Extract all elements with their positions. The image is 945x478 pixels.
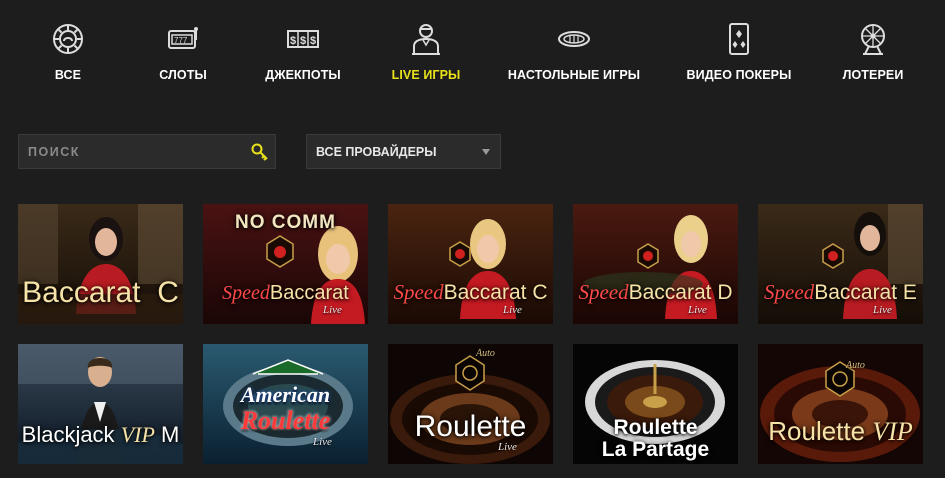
nav-label-live-games: LIVE ИГРЫ <box>391 68 461 82</box>
nav-label-slots: СЛОТЫ <box>159 68 207 82</box>
search-icon <box>251 143 268 161</box>
chevron-down-icon <box>482 148 490 155</box>
game-title: Baccarat C <box>22 276 179 309</box>
game-title-line1: Roulette <box>613 416 698 439</box>
nav-label-table-games: НАСТОЛЬНЫЕ ИГРЫ <box>507 68 641 82</box>
nav-label-jackpots: ДЖЕКПОТЫ <box>265 68 341 82</box>
dealer-image <box>758 204 923 324</box>
game-title: Roulette VIP <box>768 416 913 446</box>
game-title-line1: American <box>240 382 331 407</box>
video-poker-icon <box>722 22 756 56</box>
nav-item-video-poker[interactable]: ВИДЕО ПОКЕРЫ <box>687 22 791 82</box>
game-live-label: Live <box>873 304 892 316</box>
game-top-label: NO COMM <box>235 212 336 233</box>
search-box <box>18 134 276 169</box>
svg-text:$: $ <box>310 35 316 47</box>
nav-item-all[interactable]: ВСЕ <box>50 22 86 82</box>
roulette-image <box>388 344 553 464</box>
nav-label-lottery: ЛОТЕРЕИ <box>842 68 904 82</box>
provider-select[interactable]: ВСЕ ПРОВАЙДЕРЫ <box>306 134 501 169</box>
game-title: Roulette <box>414 410 527 443</box>
live-dealer-icon <box>409 22 443 56</box>
game-title: SpeedBaccarat E <box>764 280 917 304</box>
search-button[interactable] <box>245 135 275 168</box>
auto-badge: Auto <box>476 348 495 359</box>
all-games-icon <box>51 22 85 56</box>
game-live-label: Live <box>503 304 522 316</box>
lottery-icon <box>856 22 890 56</box>
game-live-label: Live <box>498 441 517 453</box>
game-title: Blackjack VIP M <box>21 422 180 447</box>
game-live-label: Live <box>323 304 342 316</box>
dealer-image <box>388 204 553 324</box>
game-tile-speed-baccarat-e[interactable]: SpeedBaccarat E Live <box>758 204 923 324</box>
table-games-icon <box>557 22 591 56</box>
nav-label-all: ВСЕ <box>54 68 82 82</box>
nav-item-table-games[interactable]: НАСТОЛЬНЫЕ ИГРЫ <box>508 22 640 82</box>
search-input[interactable] <box>19 135 245 168</box>
game-tile-american-roulette[interactable]: American Roulette Live <box>203 344 368 464</box>
game-title-line2: La Partage <box>601 438 710 461</box>
svg-text:$: $ <box>290 35 296 47</box>
provider-select-value: ВСЕ ПРОВАЙДЕРЫ <box>316 144 437 159</box>
game-live-label: Live <box>688 304 707 316</box>
game-tile-speed-baccarat-d[interactable]: SpeedBaccarat D Live <box>573 204 738 324</box>
game-title: SpeedBaccarat C <box>393 280 548 304</box>
game-tile-blackjack-vip-m[interactable]: Blackjack VIP M <box>18 344 183 464</box>
nav-item-slots[interactable]: 777 СЛОТЫ <box>159 22 207 82</box>
nav-label-video-poker: ВИДЕО ПОКЕРЫ <box>686 68 792 82</box>
nav-item-lottery[interactable]: ЛОТЕРЕИ <box>842 22 904 82</box>
game-live-label: Live <box>313 436 332 448</box>
slot-machine-icon: 777 <box>166 22 200 56</box>
nav-item-jackpots[interactable]: $ $ $ ДЖЕКПОТЫ <box>265 22 341 82</box>
game-title: SpeedBaccarat D <box>578 280 733 304</box>
dealer-image <box>573 204 738 324</box>
svg-text:777: 777 <box>174 36 188 45</box>
game-tile-auto-roulette-vip[interactable]: Auto Roulette VIP <box>758 344 923 464</box>
game-title-line2: Roulette <box>240 406 331 435</box>
auto-badge: Auto <box>846 360 865 371</box>
jackpot-icon: $ $ $ <box>286 22 320 56</box>
game-tile-speed-baccarat-c[interactable]: SpeedBaccarat C Live <box>388 204 553 324</box>
svg-text:$: $ <box>300 35 306 47</box>
game-tile-baccarat-c[interactable]: Baccarat C <box>18 204 183 324</box>
nav-item-live-games[interactable]: LIVE ИГРЫ <box>391 22 461 82</box>
game-tile-roulette-la-partage[interactable]: Roulette La Partage <box>573 344 738 464</box>
game-tile-speed-baccarat-no-comm[interactable]: NO COMM SpeedBaccarat Live <box>203 204 368 324</box>
game-title: SpeedBaccarat <box>222 282 349 304</box>
game-tile-auto-roulette[interactable]: Auto Roulette Live <box>388 344 553 464</box>
category-nav: ВСЕ 777 СЛОТЫ $ $ $ ДЖЕКПОТЫ LIVE ИГРЫ НАС… <box>0 22 945 92</box>
